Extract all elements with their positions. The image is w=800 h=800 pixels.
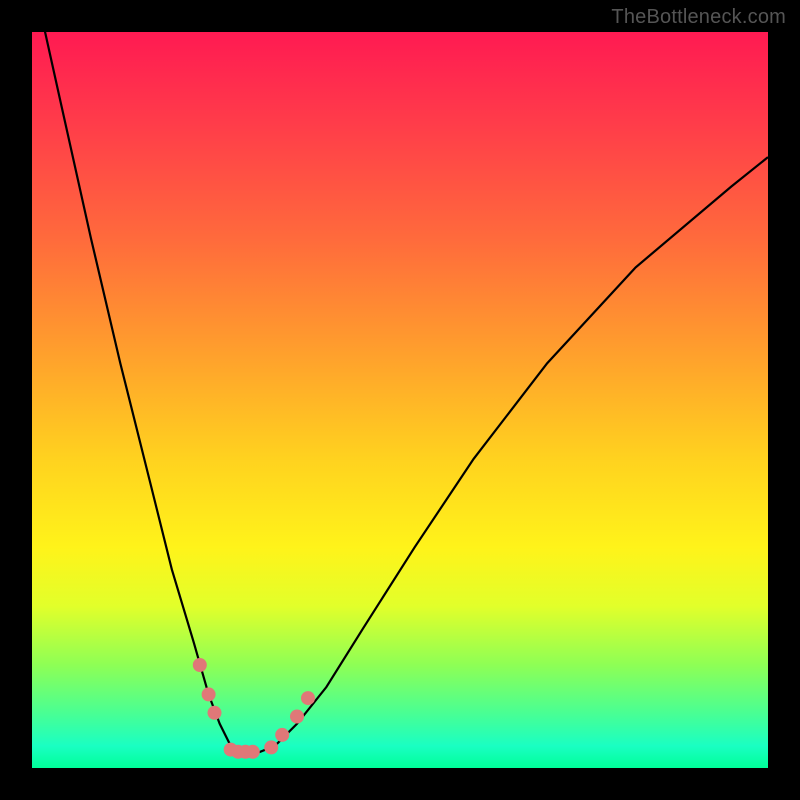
- chart-svg: [32, 32, 768, 768]
- plot-area: [32, 32, 768, 768]
- curve-marker: [301, 691, 315, 705]
- curve-marker: [208, 706, 222, 720]
- curve-marker: [275, 728, 289, 742]
- curve-marker: [202, 687, 216, 701]
- curve-marker: [246, 745, 260, 759]
- curve-marker: [290, 710, 304, 724]
- curve-marker: [193, 658, 207, 672]
- curve-marker: [264, 740, 278, 754]
- curve-markers: [193, 658, 315, 759]
- watermark-text: TheBottleneck.com: [611, 6, 786, 29]
- bottleneck-curve: [32, 0, 768, 753]
- chart-frame: TheBottleneck.com: [0, 0, 800, 800]
